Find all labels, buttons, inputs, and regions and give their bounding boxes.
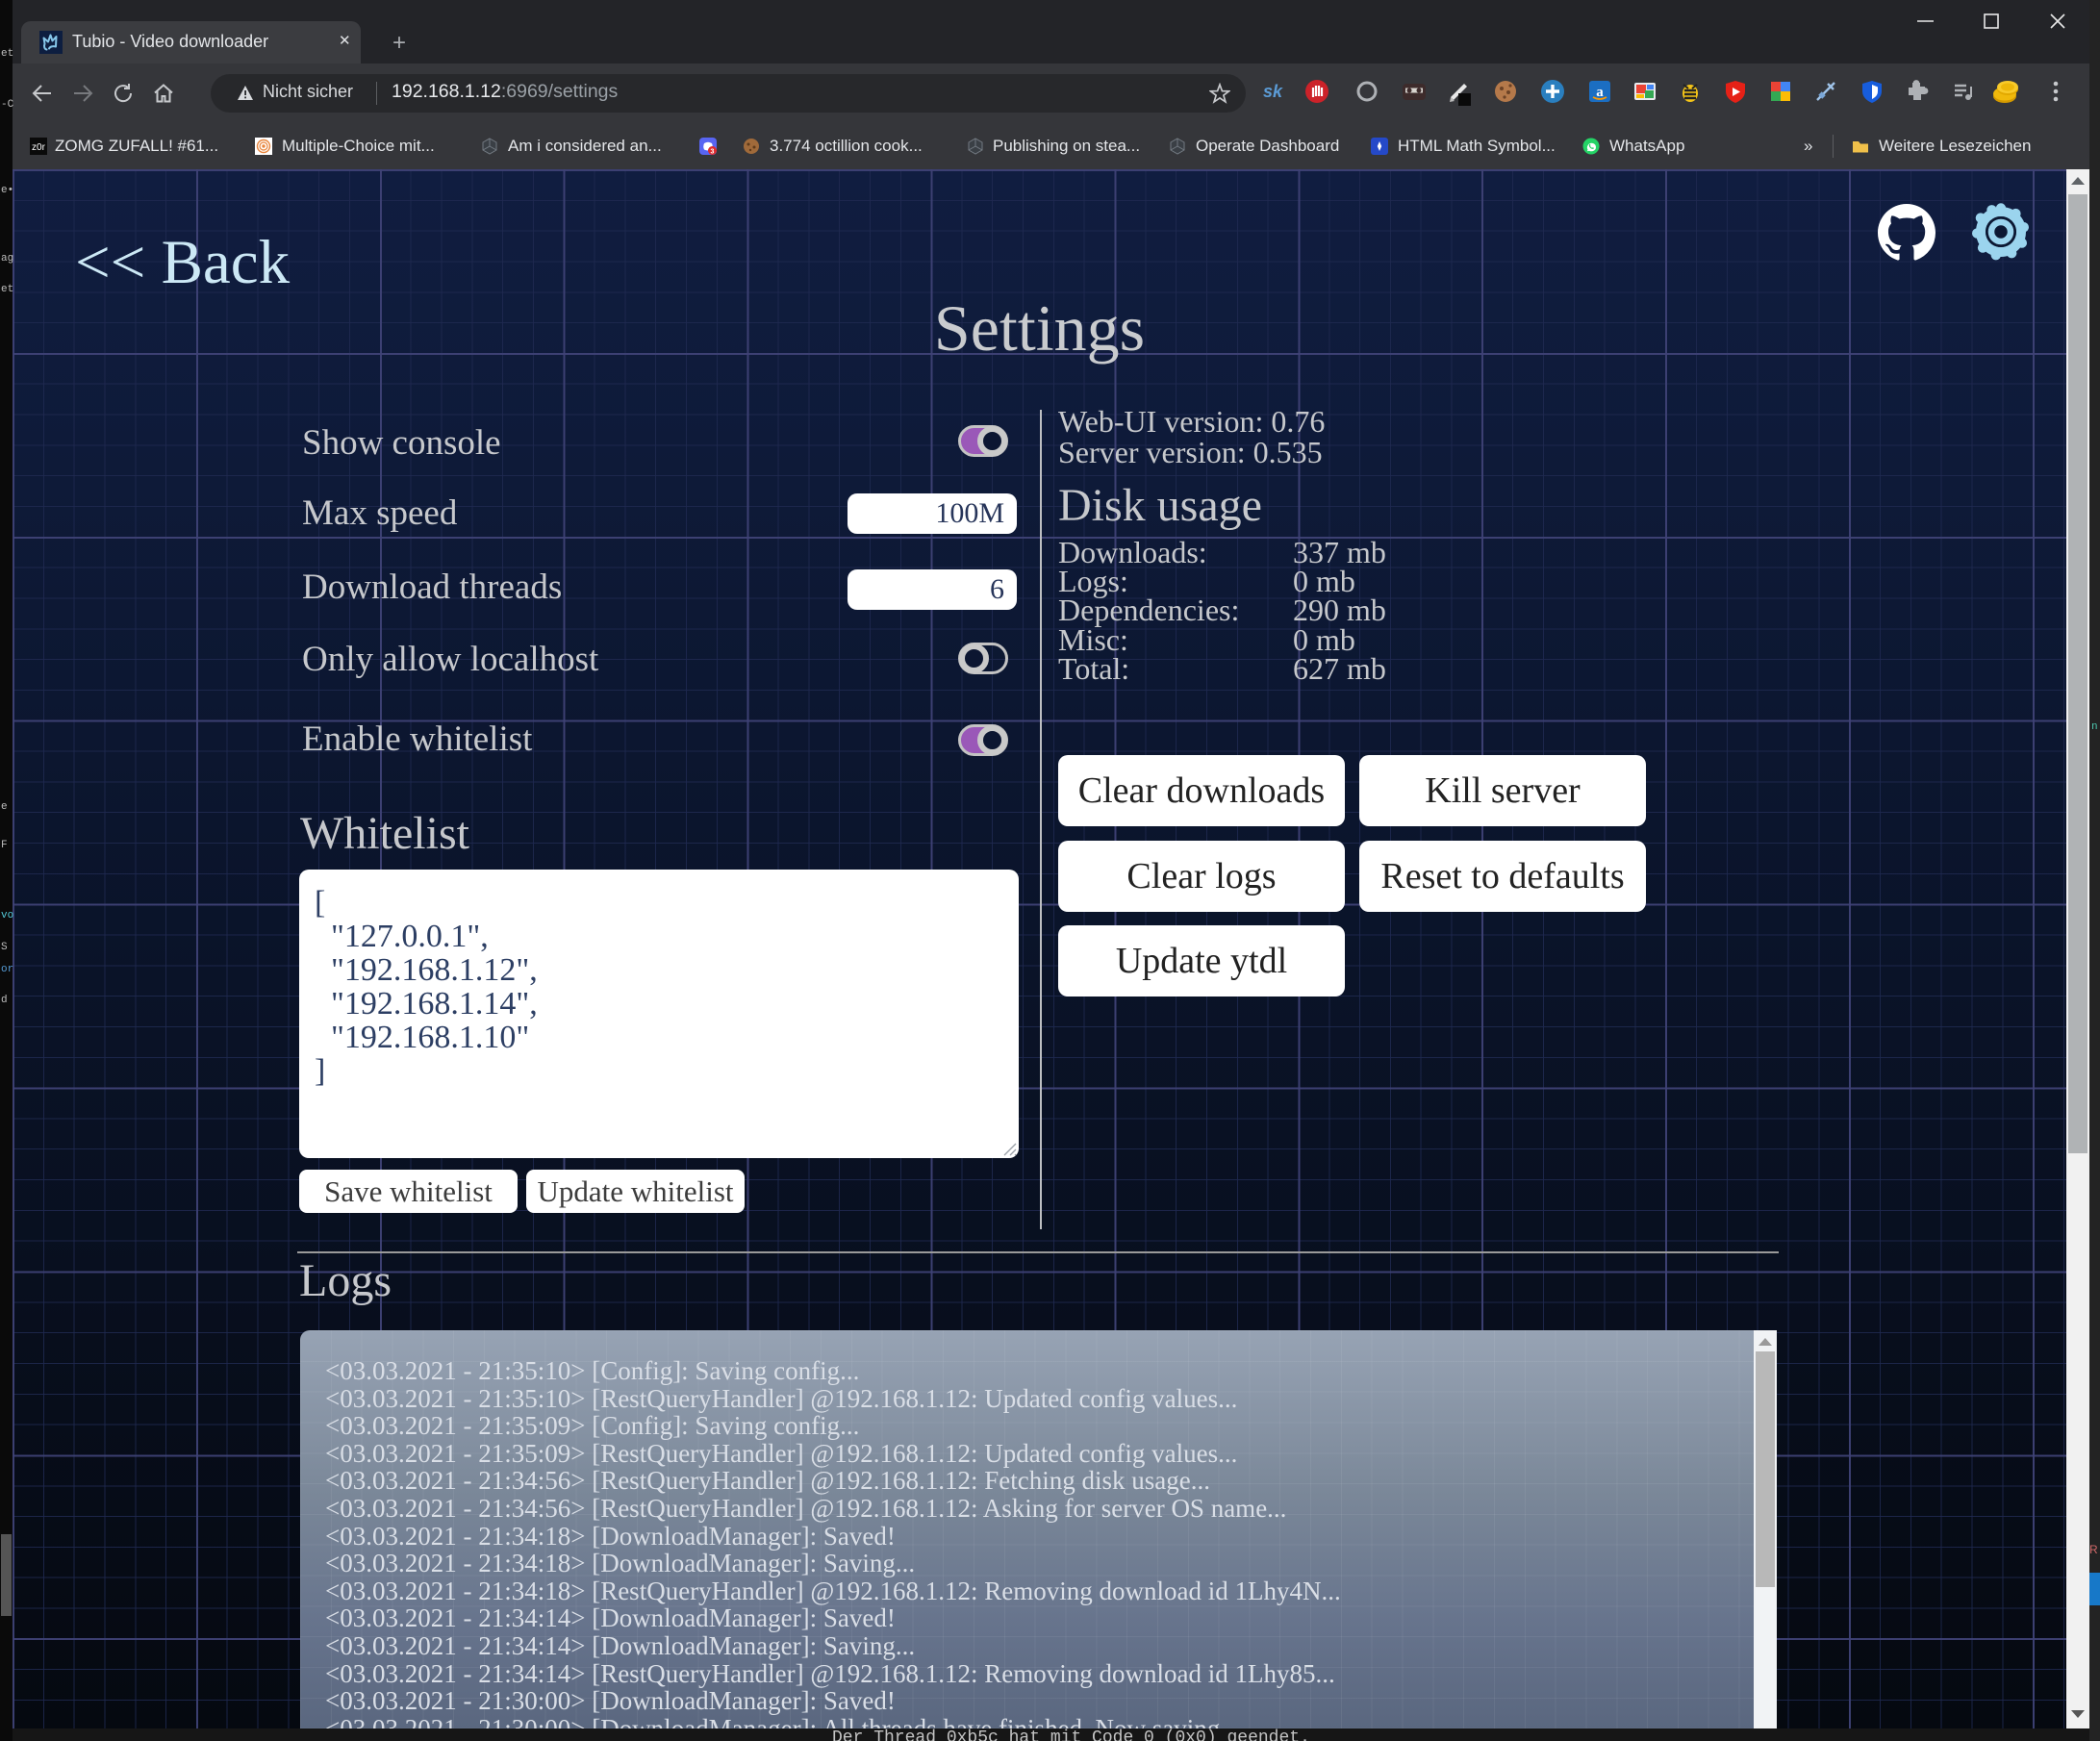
svg-text:z0r: z0r [32,142,46,153]
svg-text:sk: sk [1263,82,1283,101]
svg-text:3: 3 [711,149,715,155]
svg-text:a: a [1596,85,1604,100]
